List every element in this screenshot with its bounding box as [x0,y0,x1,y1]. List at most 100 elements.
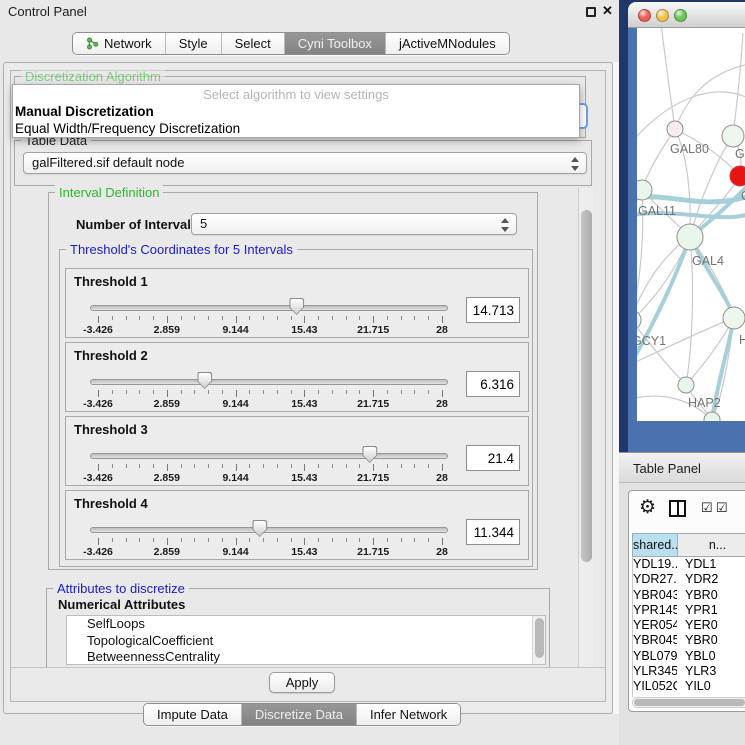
network-node[interactable] [637,180,652,200]
table-cell-shared[interactable]: YBR045C [633,633,677,648]
tab-discretize-data[interactable]: Discretize Data [242,704,357,725]
tab-style[interactable]: Style [166,33,222,54]
network-edge-highlighted[interactable] [690,237,734,318]
minimize-traffic-light[interactable] [656,9,669,22]
float-window-icon[interactable] [586,7,596,17]
tick-mark [304,316,305,323]
table-row[interactable]: YER054C YER0 [633,618,745,633]
network-edge[interactable] [637,237,690,324]
scrollbar-thumb[interactable] [535,618,544,658]
close-traffic-light[interactable] [638,9,651,22]
threshold-value-input[interactable] [466,371,520,397]
table-row[interactable]: YIL052C YIL0 [633,679,745,694]
table-row[interactable]: YDR27... YDR2 [633,572,745,587]
tick-mark [401,538,402,542]
network-node-label: GAL80 [670,142,709,156]
number-of-intervals-combobox[interactable]: 5 [191,213,517,235]
table-row[interactable]: YPR145W YPR1 [633,603,745,618]
tab-select[interactable]: Select [222,33,285,54]
scrollbar-thumb[interactable] [581,210,592,562]
dropdown-item-manual-discretization[interactable]: Manual Discretization [15,104,154,119]
slider-thumb[interactable] [289,298,304,315]
network-node[interactable] [678,377,694,393]
gear-icon[interactable]: ⚙ [639,497,656,519]
tick-mark [98,316,99,323]
checkbox-icon[interactable]: ☑ [716,500,728,516]
threshold-value-input[interactable] [466,297,520,323]
network-node-label: GAL4 [692,254,724,268]
tick-label: 9.144 [222,324,248,336]
table-data-combobox[interactable]: galFiltered.sif default node [23,152,587,174]
table-row[interactable]: YDL19... YDL1 [633,557,745,572]
slider-thumb[interactable] [252,520,267,537]
slider-thumb[interactable] [197,372,212,389]
network-node[interactable] [723,307,745,329]
combo-stepper[interactable] [501,217,510,233]
network-window-titlebar[interactable] [628,2,745,28]
table-row[interactable]: YBR043C YBR0 [633,588,745,603]
list-item-selfloops[interactable]: SelfLoops [67,616,545,633]
table-cell-name[interactable]: YLR3 [677,664,745,679]
table-cell-name[interactable]: YBR0 [677,588,745,603]
network-node[interactable] [667,121,683,137]
table-cell-name[interactable]: YBL0 [677,649,745,664]
network-edge[interactable] [661,28,675,129]
network-canvas[interactable]: GAL80GACGAL11GAL4GCY1HHAP2 [637,28,745,421]
tick-label: 9.144 [222,546,248,558]
table-cell-name[interactable]: YDL1 [677,557,745,572]
table-cell-name[interactable]: YPR1 [677,603,745,618]
group-title: Interval Definition [55,185,163,200]
threshold-value-input[interactable] [466,445,520,471]
table-cell-shared[interactable]: YBL079W [633,649,677,664]
table-cell-shared[interactable]: YLR345W [633,664,677,679]
thresholds-group: Threshold's Coordinates for 5 Intervals … [59,249,533,567]
group-title: Discretization Algorithm [21,69,165,84]
network-edge[interactable] [637,320,686,385]
dropdown-item-equal-width-frequency[interactable]: Equal Width/Frequency Discretization [15,121,240,136]
table-cell-shared[interactable]: YDR27... [633,572,677,587]
threshold-panel: Threshold 3 -3.4262.8599.14415.4321.7152… [65,416,529,486]
table-cell-name[interactable]: YIL0 [677,679,745,694]
column-header-shared[interactable]: shared... [632,533,677,557]
table-cell-shared[interactable]: YPR145W [633,603,677,618]
table-row[interactable]: YLR345W YLR3 [633,664,745,679]
table-cell-shared[interactable]: YDL19... [633,557,677,572]
apply-button[interactable]: Apply [269,672,335,693]
table-row[interactable]: YBL079W YBL0 [633,649,745,664]
tab-infer-network[interactable]: Infer Network [357,704,460,725]
zoom-traffic-light[interactable] [674,9,687,22]
table-cell-name[interactable]: YDR2 [677,572,745,587]
table-row[interactable]: YBR045C YBR0 [633,633,745,648]
tab-impute-data[interactable]: Impute Data [144,704,242,725]
table-cell-shared[interactable]: YER054C [633,618,677,633]
combo-stepper[interactable] [571,156,580,172]
network-node[interactable] [722,125,744,147]
main-vertical-scrollbar[interactable] [578,188,593,668]
network-node[interactable] [730,166,745,186]
list-item-topologicalcoefficient[interactable]: TopologicalCoefficient [67,633,545,650]
list-item-betweennesscentrality[interactable]: BetweennessCentrality [67,649,545,665]
slider-tick-labels: -3.4262.8599.14415.4321.71528 [98,398,442,410]
column-header-name[interactable]: n... [677,533,745,557]
tab-cyni-toolbox[interactable]: Cyni Toolbox [285,33,386,54]
scrollbar-thumb[interactable] [634,699,745,706]
network-edge-highlighted[interactable] [637,237,690,370]
table-cell-name[interactable]: YER0 [677,618,745,633]
close-icon[interactable]: ✕ [602,3,613,19]
split-columns-icon[interactable] [669,500,686,517]
table-cell-shared[interactable]: YBR043C [633,588,677,603]
table-cell-name[interactable]: YBR0 [677,633,745,648]
list-scrollbar[interactable] [532,616,545,664]
tab-jactivemnodules[interactable]: jActiveMNodules [386,33,509,54]
slider-thumb[interactable] [362,446,377,463]
tick-label: 21.715 [357,472,389,484]
network-node[interactable] [704,412,720,421]
threshold-value-input[interactable] [466,519,520,545]
tab-network[interactable]: Network [73,33,166,54]
numerical-attributes-list[interactable]: SelfLoops TopologicalCoefficient Between… [66,615,546,665]
network-edge[interactable] [733,33,743,136]
table-cell-shared[interactable]: YIL052C [633,679,677,694]
table-horizontal-scrollbar[interactable] [632,697,745,708]
network-node[interactable] [677,224,703,250]
checkbox-icon[interactable]: ☑ [701,500,713,516]
